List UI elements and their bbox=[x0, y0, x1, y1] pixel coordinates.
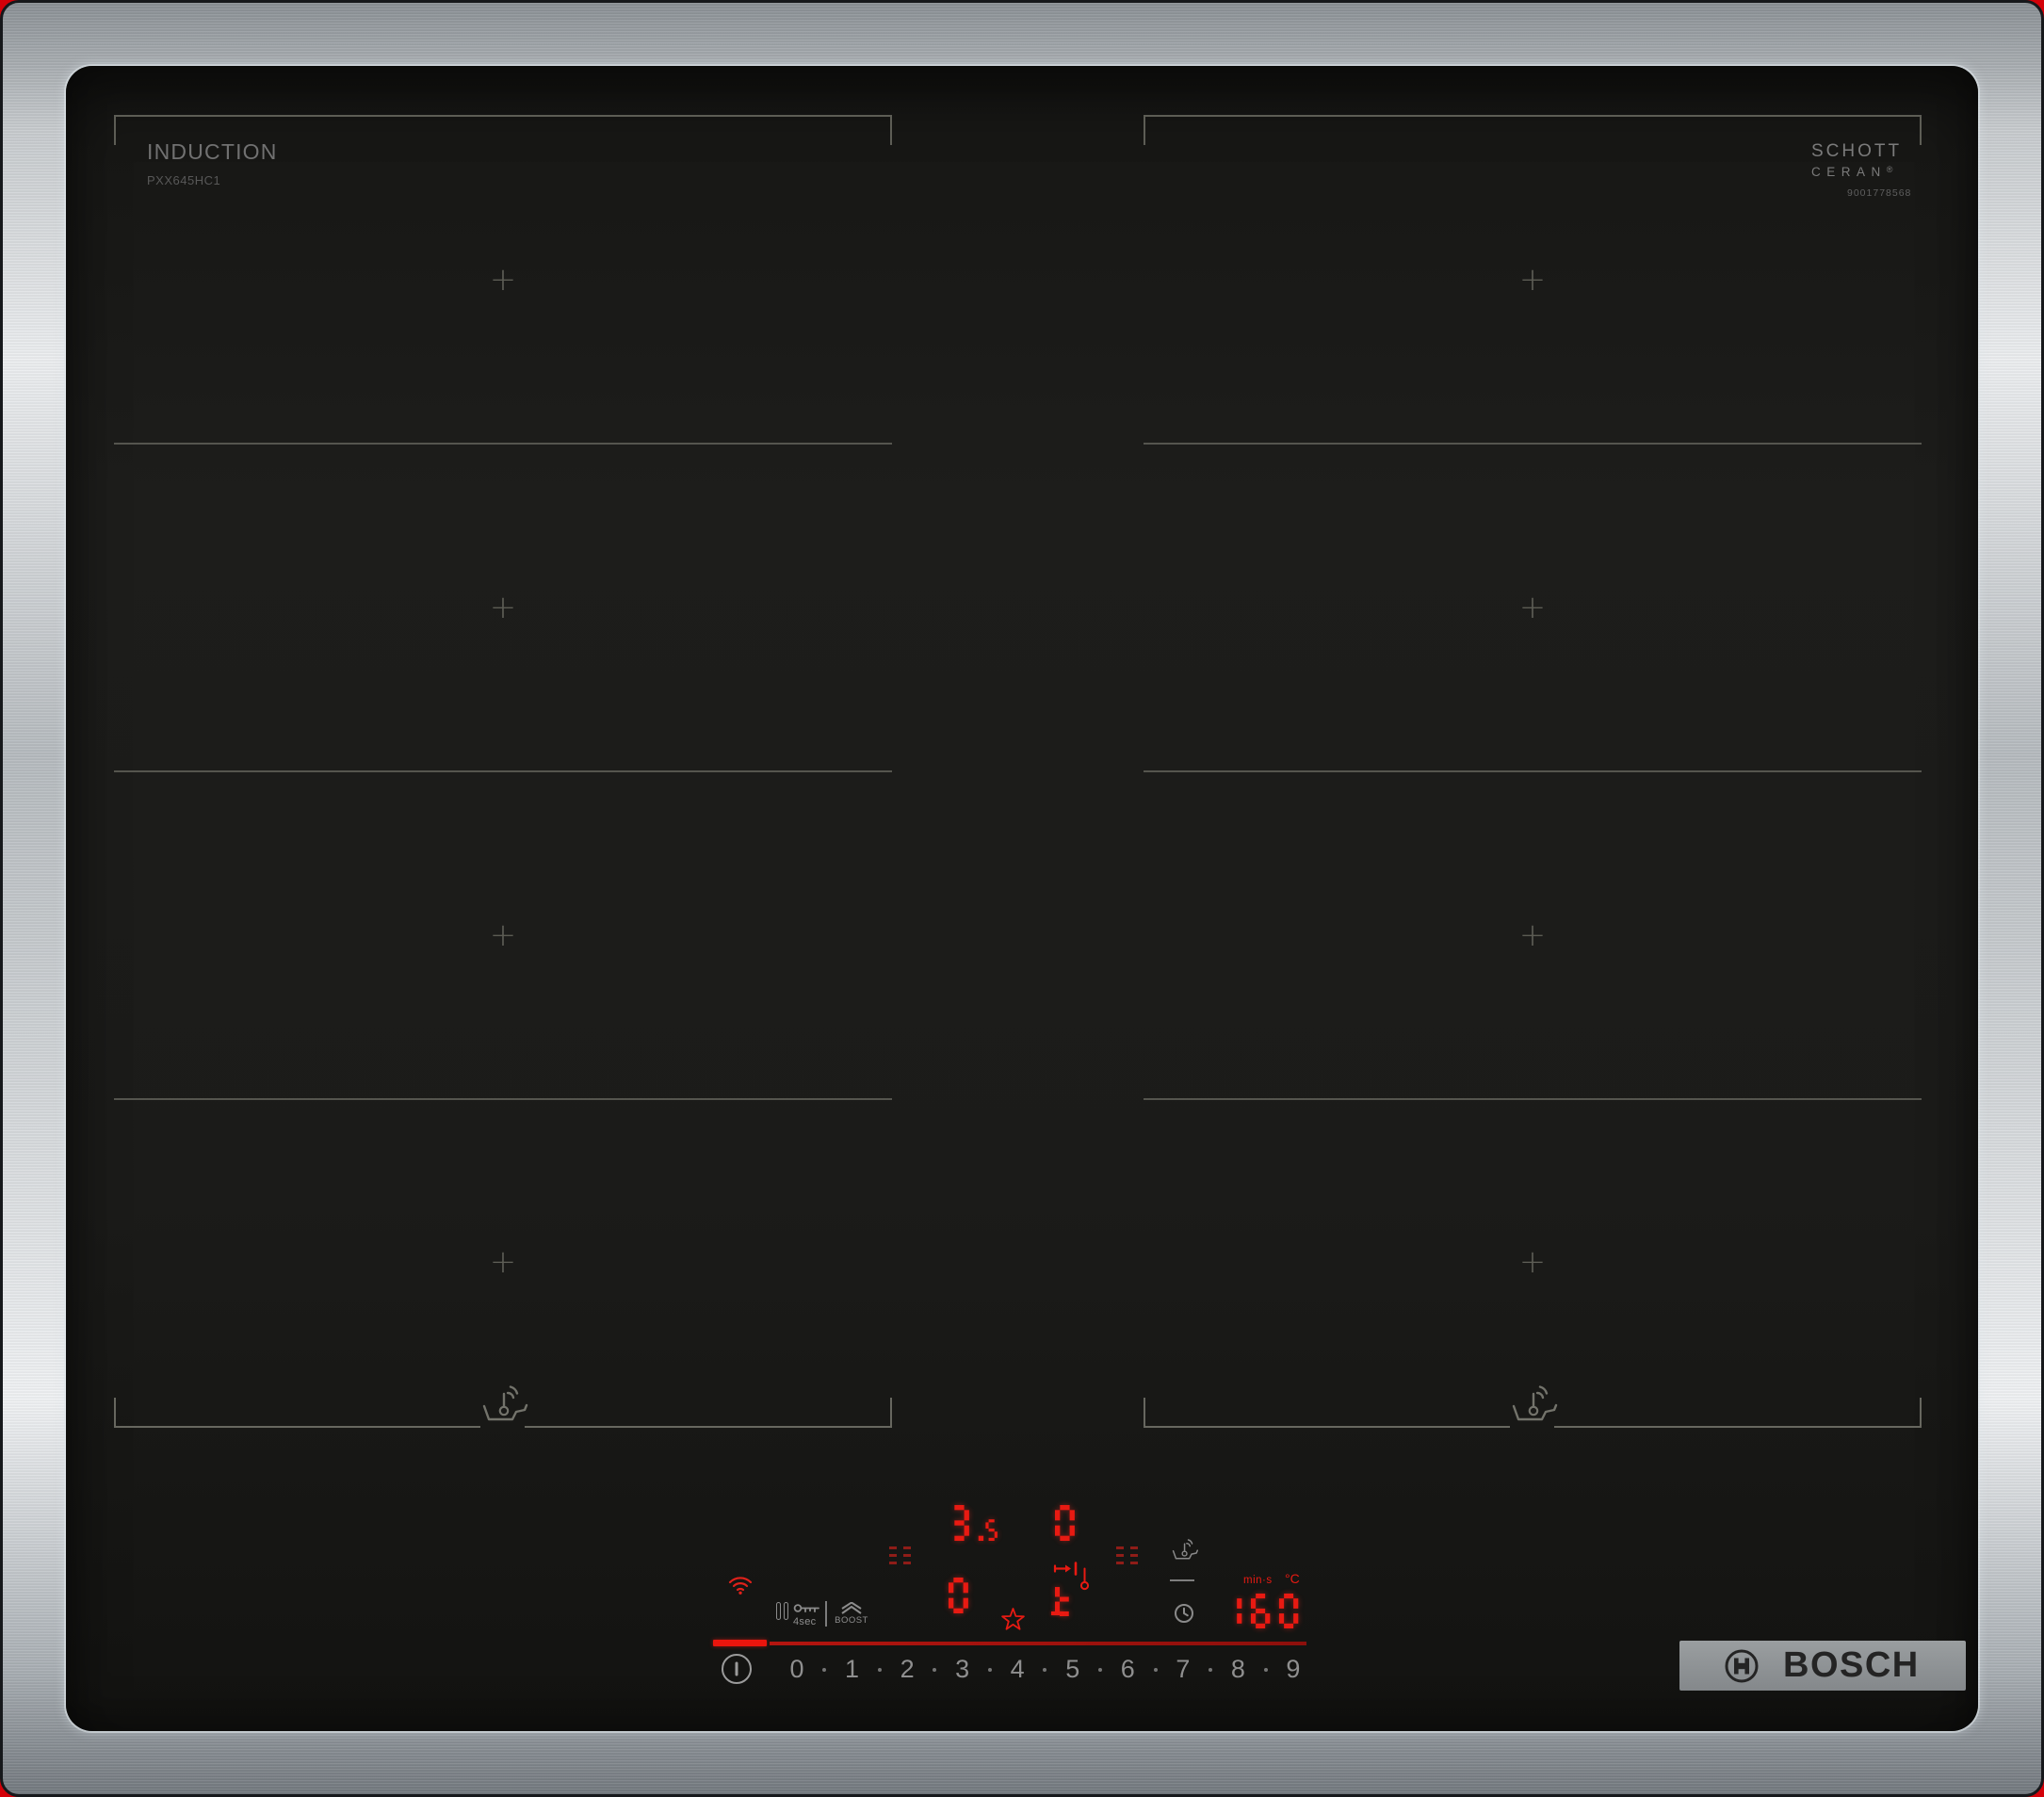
boost-label: BOOST bbox=[835, 1615, 868, 1626]
power-level-key-8[interactable]: 8 bbox=[1231, 1657, 1245, 1682]
power-level-key-4[interactable]: 4 bbox=[1011, 1657, 1025, 1682]
separator-dot bbox=[878, 1668, 882, 1672]
power-level-key-0[interactable]: 0 bbox=[789, 1657, 803, 1682]
cursor-segment bbox=[1051, 1611, 1063, 1615]
favorite-star-icon[interactable] bbox=[1000, 1607, 1026, 1631]
move-pot-indicator-right bbox=[1116, 1546, 1138, 1564]
pause-bar-icon bbox=[776, 1602, 781, 1620]
bosch-emblem-icon bbox=[1723, 1647, 1760, 1685]
key-icon bbox=[793, 1601, 821, 1615]
timer-clock-icon[interactable] bbox=[1174, 1603, 1194, 1624]
transfer-arrow-icon bbox=[1053, 1562, 1079, 1576]
separator-dot bbox=[822, 1668, 826, 1672]
display-left-secondary bbox=[949, 1578, 978, 1613]
sensor-level-line bbox=[1170, 1579, 1194, 1581]
power-level-key-7[interactable]: 7 bbox=[1176, 1657, 1190, 1682]
power-level-key-5[interactable]: 5 bbox=[1065, 1657, 1079, 1682]
chevron-up-icon bbox=[838, 1602, 865, 1614]
pause-bar-icon bbox=[784, 1602, 788, 1620]
power-level-key-6[interactable]: 6 bbox=[1121, 1657, 1135, 1682]
pause-key[interactable] bbox=[776, 1602, 788, 1620]
power-slider[interactable] bbox=[770, 1642, 1306, 1645]
separator-dot bbox=[1264, 1668, 1268, 1672]
ceramic-glass-surface: INDUCTION PXX645HC1 SCHOTT CERAN® 900177… bbox=[66, 66, 1978, 1731]
power-level-key-3[interactable]: 3 bbox=[955, 1657, 969, 1682]
childlock-key[interactable]: 4sec bbox=[793, 1601, 825, 1627]
separator-dot bbox=[1154, 1668, 1158, 1672]
display-left-power bbox=[949, 1505, 1003, 1541]
thermometer-icon bbox=[1079, 1566, 1090, 1591]
panel-divider bbox=[825, 1601, 827, 1627]
power-level-key-1[interactable]: 1 bbox=[845, 1657, 859, 1682]
display-timer bbox=[1223, 1594, 1307, 1628]
separator-dot bbox=[988, 1668, 992, 1672]
power-level-key-2[interactable]: 2 bbox=[900, 1657, 915, 1682]
move-pot-indicator-left bbox=[889, 1546, 911, 1564]
temperature-unit-label: °C bbox=[1285, 1571, 1300, 1586]
bosch-badge: BOSCH bbox=[1679, 1641, 1966, 1691]
slider-active-segment bbox=[713, 1640, 767, 1646]
cooktop-product-photo: INDUCTION PXX645HC1 SCHOTT CERAN® 900177… bbox=[0, 0, 2044, 1797]
bosch-wordmark: BOSCH bbox=[1783, 1641, 1920, 1691]
boost-key[interactable]: BOOST bbox=[835, 1602, 868, 1626]
separator-dot bbox=[933, 1668, 936, 1672]
separator-dot bbox=[1043, 1668, 1046, 1672]
touch-control-panel: 4sec BOOST bbox=[66, 66, 1978, 1731]
display-right-power bbox=[1055, 1505, 1084, 1541]
wifi-icon[interactable] bbox=[727, 1573, 754, 1595]
power-level-key-9[interactable]: 9 bbox=[1286, 1657, 1300, 1682]
separator-dot bbox=[1098, 1668, 1102, 1672]
frying-sensor-key-icon[interactable] bbox=[1169, 1536, 1199, 1562]
separator-dot bbox=[1209, 1668, 1212, 1672]
childlock-label: 4sec bbox=[793, 1616, 825, 1627]
timer-unit-label: min·s bbox=[1243, 1575, 1273, 1586]
